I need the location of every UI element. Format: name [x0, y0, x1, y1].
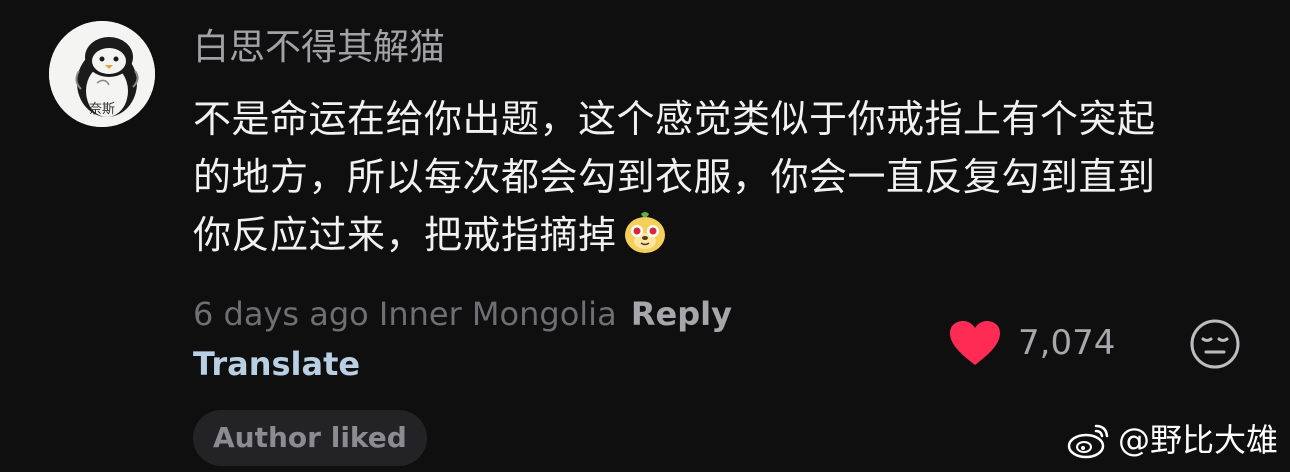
- comment-time: 6 days ago: [193, 295, 369, 333]
- watermark-text: @野比大雄: [1117, 421, 1278, 459]
- dog-face-emoji-icon: [624, 212, 665, 253]
- comment-item: 奈斯 白思不得其解猫 不是命运在给你出题，这个感觉类似于你戒指上有个突起 的地方…: [0, 0, 1290, 472]
- watermark: @野比大雄: [1066, 418, 1278, 462]
- avatar-caption: 奈斯: [88, 102, 115, 117]
- comment-text-line: 的地方，所以每次都会勾到衣服，你会一直反复勾到直到: [193, 155, 1156, 199]
- comment-text-line: 不是命运在给你出题，这个感觉类似于你戒指上有个突起: [193, 97, 1156, 141]
- comment-text-line-last: 你反应过来，把戒指摘掉: [193, 206, 1253, 264]
- comment-text: 不是命运在给你出题，这个感觉类似于你戒指上有个突起 的地方，所以每次都会勾到衣服…: [193, 90, 1253, 264]
- dislike-face-icon[interactable]: [1189, 318, 1241, 370]
- heart-icon[interactable]: [948, 319, 1002, 367]
- comment-meta: 6 days ago Inner Mongolia Reply: [193, 292, 732, 336]
- like-button[interactable]: 7,074: [948, 318, 1115, 368]
- comment-text-line: 你反应过来，把戒指摘掉: [193, 213, 617, 257]
- comment-location: Inner Mongolia: [378, 295, 617, 333]
- weibo-icon: [1067, 424, 1109, 459]
- like-count: 7,074: [1018, 323, 1116, 363]
- translate-button[interactable]: Translate: [193, 342, 360, 386]
- reply-button[interactable]: Reply: [631, 295, 732, 333]
- comment-username[interactable]: 白思不得其解猫: [193, 24, 445, 72]
- author-liked-badge: Author liked: [193, 410, 427, 466]
- avatar[interactable]: 奈斯: [49, 21, 155, 127]
